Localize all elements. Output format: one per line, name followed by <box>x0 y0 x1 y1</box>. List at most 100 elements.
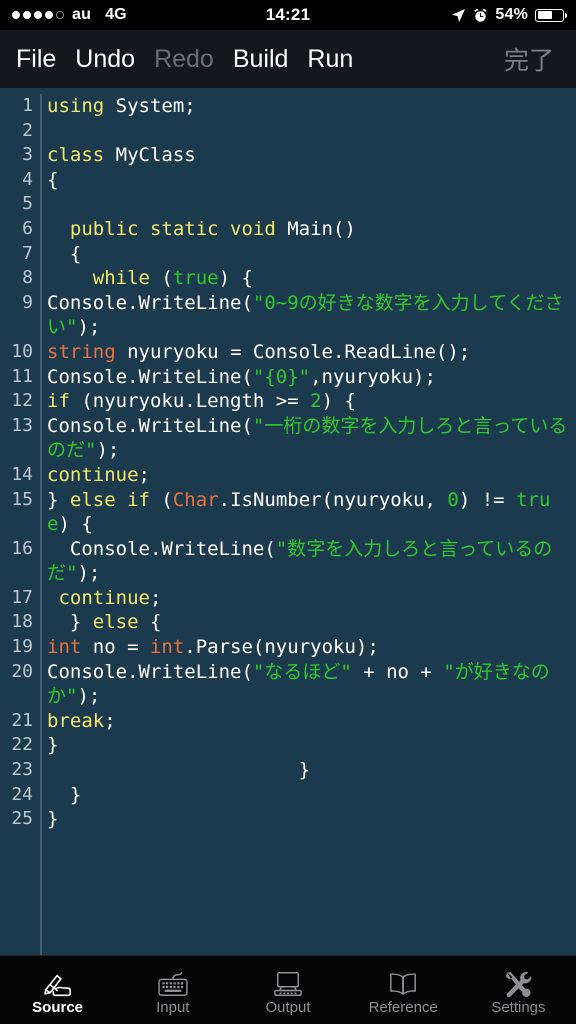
code-token: ; <box>138 463 150 486</box>
line-number: 5 <box>22 193 33 215</box>
code-content[interactable]: using System; class MyClass{ public stat… <box>47 94 576 955</box>
signal-strength-dots <box>12 11 64 19</box>
code-token: else <box>92 611 139 634</box>
code-token: "{0}" <box>252 365 311 388</box>
tab-output[interactable]: Output <box>230 956 345 1024</box>
code-token: Main() <box>275 217 356 240</box>
tab-label: Input <box>156 999 190 1016</box>
code-line[interactable]: int no = int.Parse(nyuryoku); <box>47 635 572 660</box>
code-token: 0 <box>447 488 459 511</box>
code-token: Console.WriteLine( <box>47 414 253 437</box>
toolbar-button-undo[interactable]: Undo <box>75 45 135 74</box>
line-number: 19 <box>11 636 33 658</box>
computer-monitor-icon <box>273 964 303 998</box>
code-line[interactable]: string nyuryoku = Console.ReadLine(); <box>47 340 572 365</box>
code-line[interactable]: using System; <box>47 94 572 119</box>
code-token: } <box>47 611 93 634</box>
tab-label: Source <box>32 999 84 1016</box>
line-number: 25 <box>11 808 33 830</box>
code-token: "なるほど" <box>252 660 352 683</box>
code-line[interactable]: if (nyuryoku.Length >= 2) { <box>47 389 572 414</box>
line-number-wrap-pad: . <box>0 561 33 586</box>
line-number: 16 <box>11 537 33 559</box>
editor-toolbar: File Undo Redo Build Run 完了 <box>0 30 576 88</box>
code-token: ); <box>77 562 101 585</box>
done-button[interactable]: 完了 <box>504 41 554 77</box>
code-token: while <box>92 267 150 290</box>
tab-label: Settings <box>491 999 546 1016</box>
code-line[interactable]: class MyClass <box>47 143 572 168</box>
code-token: { <box>138 611 162 634</box>
toolbar-button-build[interactable]: Build <box>233 45 289 74</box>
tab-label: Output <box>265 999 311 1016</box>
code-line[interactable]: } <box>47 758 572 783</box>
code-line[interactable] <box>47 119 572 144</box>
code-token: .Parse(nyuryoku); <box>184 636 379 659</box>
code-token: .IsNumber(nyuryoku, <box>218 488 448 511</box>
code-line[interactable]: break; <box>47 709 572 734</box>
battery-icon <box>535 8 567 22</box>
code-token: + no + <box>351 660 444 683</box>
line-number: 18 <box>11 611 33 633</box>
tab-reference[interactable]: Reference <box>346 956 461 1024</box>
code-line[interactable]: } else { <box>47 610 572 635</box>
code-token: ); <box>77 316 101 339</box>
location-arrow-icon <box>451 8 466 23</box>
signal-dot <box>12 11 20 19</box>
keyboard-icon <box>157 964 189 998</box>
bottom-tab-bar: Source Input Output Reference Settings <box>0 955 576 1024</box>
code-token: if <box>47 390 70 413</box>
line-number-wrap-pad: . <box>0 512 33 537</box>
signal-dot <box>56 11 64 19</box>
code-token: ; <box>104 709 116 732</box>
line-number: 8 <box>22 267 33 289</box>
code-token: Console.WriteLine( <box>47 291 253 314</box>
line-number: 12 <box>11 390 33 412</box>
code-line[interactable]: Console.WriteLine("0~9の好きな数字を入力してください"); <box>47 291 572 340</box>
code-line[interactable]: Console.WriteLine("なるほど" + no + "が好きなのか"… <box>47 660 572 709</box>
code-token: ( <box>149 488 173 511</box>
code-token: no = <box>81 636 150 659</box>
carrier-label: au <box>72 6 92 23</box>
line-number: 10 <box>11 340 33 362</box>
tab-label: Reference <box>368 999 438 1016</box>
toolbar-button-run[interactable]: Run <box>307 45 353 74</box>
status-bar-left: au 4G <box>12 6 127 24</box>
code-line[interactable]: Console.WriteLine("一桁の数字を入力しろと言っているのだ"); <box>47 414 572 463</box>
line-number: 9 <box>22 291 33 313</box>
code-line[interactable]: Console.WriteLine("数字を入力しろと言っているのだ"); <box>47 537 572 586</box>
code-line[interactable]: } <box>47 807 572 832</box>
line-number: 24 <box>11 783 33 805</box>
code-line[interactable]: public static void Main() <box>47 217 572 242</box>
code-line[interactable]: } <box>47 783 572 808</box>
tools-wrench-icon <box>503 964 533 998</box>
tab-input[interactable]: Input <box>115 956 230 1024</box>
code-editor[interactable]: 123456789.10111213.1415.16.17181920.2122… <box>0 88 576 955</box>
line-number: 15 <box>11 488 33 510</box>
code-token: true <box>172 267 219 290</box>
code-line[interactable]: while (true) { <box>47 266 572 291</box>
code-line[interactable]: } else if (Char.IsNumber(nyuryoku, 0) !=… <box>47 488 572 537</box>
battery-percent-label: 54% <box>495 6 528 23</box>
code-token: string <box>47 340 116 363</box>
line-number: 20 <box>11 660 33 682</box>
line-number: 17 <box>11 586 33 608</box>
line-number: 22 <box>11 734 33 756</box>
tab-settings[interactable]: Settings <box>461 956 576 1024</box>
code-line[interactable]: continue; <box>47 463 572 488</box>
toolbar-button-file[interactable]: File <box>16 45 56 74</box>
code-line[interactable]: } <box>47 733 572 758</box>
code-line[interactable]: { <box>47 168 572 193</box>
line-number-wrap-pad: . <box>0 684 33 709</box>
code-token: System; <box>104 95 196 117</box>
code-line[interactable]: Console.WriteLine("{0}",nyuryoku); <box>47 365 572 390</box>
line-number: 23 <box>11 759 33 781</box>
code-line[interactable]: continue; <box>47 586 572 611</box>
code-token: } <box>47 734 59 757</box>
code-line[interactable]: { <box>47 242 572 267</box>
code-token: Console.WriteLine( <box>47 660 253 683</box>
code-token: ) != <box>458 488 517 511</box>
code-token: continue <box>47 463 139 486</box>
tab-source[interactable]: Source <box>0 956 115 1024</box>
code-line[interactable] <box>47 192 572 217</box>
